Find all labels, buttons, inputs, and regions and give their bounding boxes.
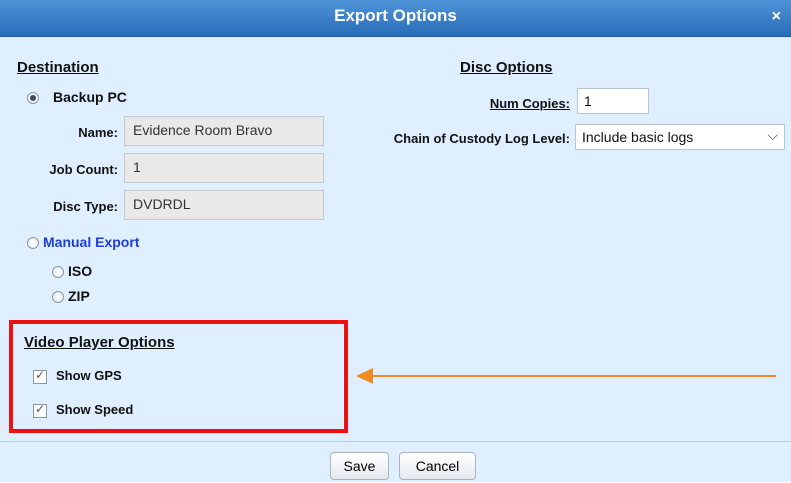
name-label: Name: — [78, 125, 118, 140]
disc-type-label: Disc Type: — [53, 199, 118, 214]
dialog-footer: Save Cancel — [0, 441, 791, 483]
close-icon[interactable]: × — [772, 8, 781, 26]
num-copies-label: Num Copies: — [489, 96, 570, 111]
iso-radio[interactable] — [52, 266, 64, 278]
zip-label[interactable]: ZIP — [68, 288, 90, 304]
disc-options-heading: Disc Options — [460, 59, 553, 76]
job-count-field: 1 — [124, 153, 324, 183]
chain-of-custody-label: Chain of Custody Log Level: — [393, 131, 570, 146]
iso-label[interactable]: ISO — [68, 263, 92, 279]
cancel-button[interactable]: Cancel — [399, 452, 476, 480]
dialog-titlebar: Export Options × — [0, 0, 791, 37]
backup-pc-label[interactable]: Backup PC — [53, 89, 127, 105]
manual-export-label[interactable]: Manual Export — [43, 234, 139, 250]
annotation-arrow-line — [372, 375, 776, 377]
arrow-left-icon — [356, 368, 373, 384]
job-count-label: Job Count: — [49, 162, 118, 177]
num-copies-input[interactable]: 1 — [577, 88, 649, 114]
manual-export-radio[interactable] — [27, 237, 39, 249]
zip-radio[interactable] — [52, 291, 64, 303]
export-options-dialog: Export Options × Destination Backup PC N… — [0, 0, 791, 482]
chain-of-custody-value: Include basic logs — [582, 129, 694, 145]
chain-of-custody-select[interactable]: Include basic logs ⌵ — [575, 124, 785, 150]
highlight-box — [9, 320, 348, 433]
dialog-title: Export Options — [334, 6, 457, 25]
name-field: Evidence Room Bravo — [124, 116, 324, 146]
backup-pc-radio[interactable] — [27, 92, 39, 104]
save-button[interactable]: Save — [330, 452, 389, 480]
chevron-down-icon: ⌵ — [767, 127, 778, 143]
disc-type-field: DVDRDL — [124, 190, 324, 220]
destination-heading: Destination — [17, 59, 99, 76]
